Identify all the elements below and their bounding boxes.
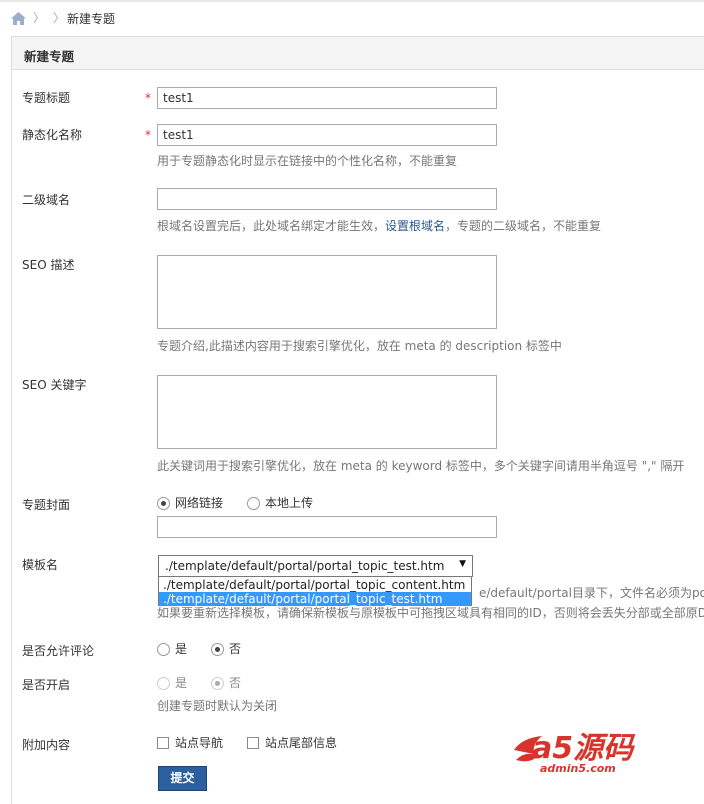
cover-local-radio[interactable] <box>247 497 260 510</box>
domain-label: 二级域名 <box>22 193 71 207</box>
open-hint: 创建专题时默认为关闭 <box>157 699 278 713</box>
allow-comment-no-radio[interactable] <box>211 643 224 656</box>
cover-label: 专题封面 <box>22 498 71 512</box>
domain-hint-before: 根域名设置完后，此处域名绑定才能生效， <box>157 219 386 233</box>
panel-header: 新建专题 <box>11 36 704 70</box>
title-input[interactable] <box>157 87 497 109</box>
allow-comment-label: 是否允许评论 <box>22 644 95 658</box>
watermark-brand: a5源码 <box>532 731 636 766</box>
cover-url-input[interactable] <box>157 516 497 538</box>
extra-label: 附加内容 <box>22 738 71 752</box>
breadcrumb-separator: 〉 <box>53 11 66 25</box>
cover-web-radio[interactable] <box>157 497 170 510</box>
breadcrumb: 〉 〉 新建专题 <box>0 0 704 36</box>
cover-web-label: 网络链接 <box>175 496 224 510</box>
a5-watermark-logo: a5源码 admin5.com <box>514 731 636 775</box>
template-selected-value: ./template/default/portal/portal_topic_t… <box>165 559 445 573</box>
open-label: 是否开启 <box>22 678 71 692</box>
title-required-mark: * <box>145 91 151 105</box>
breadcrumb-separator: 〉 <box>33 11 46 25</box>
seo-desc-textarea[interactable] <box>157 255 497 329</box>
open-no-radio <box>211 677 224 690</box>
static-name-input[interactable] <box>157 124 497 146</box>
open-yes-label: 是 <box>175 676 188 690</box>
seo-desc-hint: 专题介绍,此描述内容用于搜索引擎优化，放在 meta 的 description… <box>157 339 562 353</box>
domain-hint-after: ，专题的二级域名，不能重复 <box>445 219 602 233</box>
set-root-domain-link[interactable]: 设置根域名 <box>385 219 445 233</box>
allow-comment-yes-label: 是 <box>175 642 188 656</box>
template-option-selected[interactable]: ./template/default/portal/portal_topic_t… <box>159 592 471 606</box>
template-hint-1: e/default/portal目录下，文件名必须为porta <box>479 586 704 600</box>
cover-local-label: 本地上传 <box>265 496 314 510</box>
seo-desc-label: SEO 描述 <box>22 258 75 272</box>
template-select[interactable]: ./template/default/portal/portal_topic_t… <box>158 555 473 577</box>
dropdown-arrow-icon[interactable]: ▼ <box>459 559 466 569</box>
template-hint-2: 如果要重新选择模板，请确保新模板与原模板中可拖拽区域具有相同的ID，否则将会丢失… <box>157 606 704 620</box>
site-nav-label: 站点导航 <box>175 736 224 750</box>
title-label: 专题标题 <box>22 91 71 105</box>
template-dropdown-list: ./template/default/portal/portal_topic_c… <box>158 576 472 606</box>
allow-comment-yes-radio[interactable] <box>157 643 170 656</box>
template-option[interactable]: ./template/default/portal/portal_topic_c… <box>159 578 471 592</box>
breadcrumb-current: 新建专题 <box>67 12 116 26</box>
watermark-url: admin5.com <box>540 762 616 775</box>
home-icon[interactable] <box>11 12 26 25</box>
site-footer-label: 站点尾部信息 <box>265 736 338 750</box>
static-name-required-mark: * <box>145 128 151 142</box>
template-label: 模板名 <box>22 558 59 572</box>
panel-title: 新建专题 <box>24 49 75 64</box>
open-yes-radio <box>157 677 170 690</box>
static-name-label: 静态化名称 <box>22 128 83 142</box>
domain-input[interactable] <box>157 188 497 210</box>
seo-keywords-label: SEO 关键字 <box>22 378 87 392</box>
submit-button[interactable]: 提交 <box>158 766 207 791</box>
seo-keywords-textarea[interactable] <box>157 375 497 449</box>
static-name-hint: 用于专题静态化时显示在链接中的个性化名称，不能重复 <box>157 154 458 168</box>
site-footer-checkbox[interactable] <box>247 737 259 749</box>
seo-keywords-hint: 此关键词用于搜索引擎优化，放在 meta 的 keyword 标签中，多个关键字… <box>157 459 685 473</box>
site-nav-checkbox[interactable] <box>157 737 169 749</box>
open-no-label: 否 <box>229 676 242 690</box>
allow-comment-no-label: 否 <box>229 642 242 656</box>
domain-hint: 根域名设置完后，此处域名绑定才能生效，设置根域名，专题的二级域名，不能重复 <box>157 219 601 233</box>
